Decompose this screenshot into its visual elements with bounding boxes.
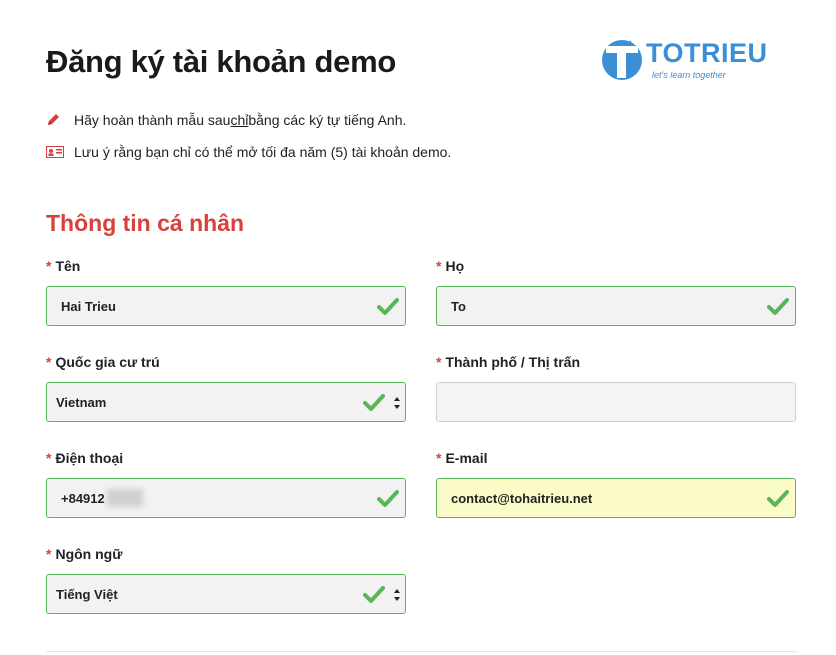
required-mark: * — [46, 258, 52, 274]
section-title-personal-info: Thông tin cá nhân — [46, 210, 245, 236]
phone-value: +84912 — [61, 490, 105, 506]
email-value: contact@tohaitrieu.net — [451, 490, 593, 506]
check-icon — [377, 490, 399, 507]
select-arrows-icon — [394, 589, 400, 601]
language-label-text: Ngôn ngữ — [55, 546, 123, 562]
logo-text: TOTRIEU — [646, 38, 768, 68]
pencil-icon — [46, 113, 64, 127]
country-select[interactable]: Vietnam — [46, 382, 406, 422]
country-label-text: Quốc gia cư trú — [55, 354, 160, 370]
city-label: * Thành phố / Thị trấn — [436, 354, 580, 370]
email-label: * E-mail — [436, 450, 487, 466]
required-mark: * — [436, 258, 442, 274]
page-title: Đăng ký tài khoản demo — [46, 44, 396, 79]
check-icon — [767, 490, 789, 507]
check-icon — [363, 586, 385, 603]
city-field[interactable] — [436, 382, 796, 422]
required-mark: * — [436, 354, 442, 370]
section-divider — [46, 651, 796, 652]
last-name-label: * Họ — [436, 258, 464, 274]
select-arrows-icon — [394, 397, 400, 409]
email-label-text: E-mail — [445, 450, 488, 466]
first-name-value: Hai Trieu — [61, 298, 116, 314]
check-icon — [767, 298, 789, 315]
first-name-label: * Tên — [46, 258, 80, 274]
email-field[interactable]: contact@tohaitrieu.net — [436, 478, 796, 518]
note-account-limit: Lưu ý rằng bạn chỉ có thể mở tối đa năm … — [46, 144, 451, 160]
note-text-start: Hãy hoàn thành mẫu sau — [74, 112, 231, 128]
required-mark: * — [46, 546, 52, 562]
logo-tagline: let's learn together — [652, 70, 726, 80]
required-mark: * — [436, 450, 442, 466]
language-value: Tiếng Việt — [56, 586, 118, 602]
redacted-digits — [106, 489, 143, 507]
id-card-icon — [46, 145, 64, 159]
check-icon — [377, 298, 399, 315]
language-select[interactable]: Tiếng Việt — [46, 574, 406, 614]
city-label-text: Thành phố / Thị trấn — [445, 354, 580, 370]
first-name-field[interactable]: Hai Trieu — [46, 286, 406, 326]
phone-label: * Điện thoại — [46, 450, 123, 466]
first-name-label-text: Tên — [55, 258, 81, 274]
country-label: * Quốc gia cư trú — [46, 354, 160, 370]
language-label: * Ngôn ngữ — [46, 546, 122, 562]
country-value: Vietnam — [56, 394, 107, 410]
last-name-value: To — [451, 298, 466, 314]
last-name-field[interactable]: To — [436, 286, 796, 326]
check-icon — [363, 394, 385, 411]
note-underlined-word: chỉ — [230, 112, 249, 128]
required-mark: * — [46, 354, 52, 370]
logo[interactable]: TOTRIEU let's learn together — [600, 34, 767, 84]
phone-label-text: Điện thoại — [55, 450, 124, 466]
required-mark: * — [46, 450, 52, 466]
note-limit-text: Lưu ý rằng bạn chỉ có thể mở tối đa năm … — [74, 144, 452, 160]
logo-mark-icon — [602, 40, 642, 80]
phone-field[interactable]: +84912 — [46, 478, 406, 518]
note-text-end: bằng các ký tự tiếng Anh. — [248, 112, 407, 128]
note-english-only: Hãy hoàn thành mẫu sau chỉ bằng các ký t… — [46, 112, 406, 128]
last-name-label-text: Họ — [445, 258, 465, 274]
